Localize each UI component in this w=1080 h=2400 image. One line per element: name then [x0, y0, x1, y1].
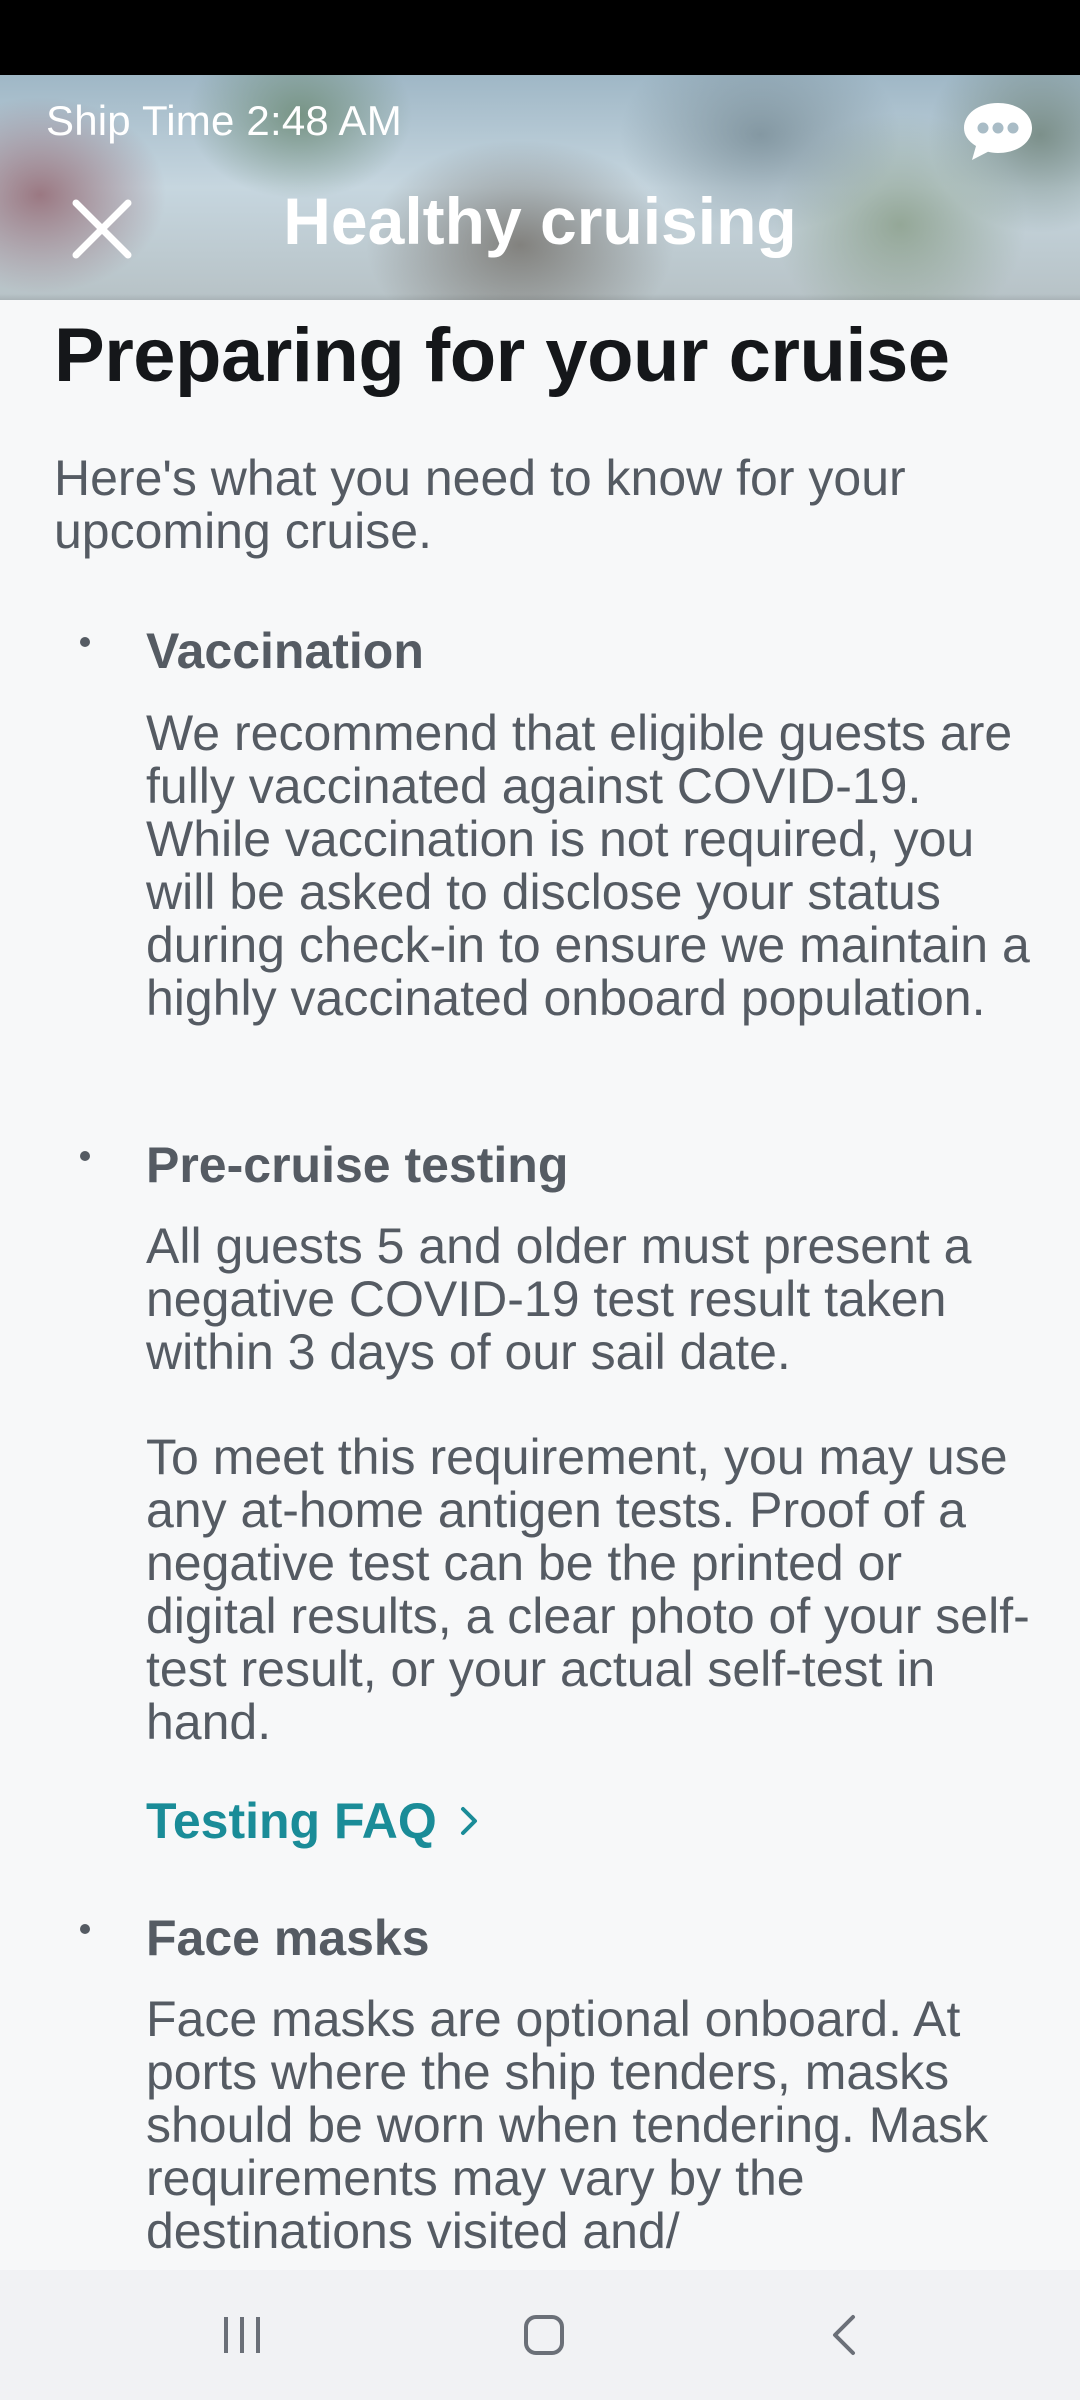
section-body: We recommend that eligible guests are fu… — [146, 705, 1030, 1026]
intro-text: Here's what you need to know for your up… — [54, 450, 906, 559]
section-body: Face masks are optional onboard. At port… — [146, 1991, 989, 2259]
section-heading: Face masks — [146, 1910, 430, 1966]
navigation-bar — [0, 2270, 1080, 2400]
recent-apps-icon[interactable] — [162, 2270, 322, 2400]
back-icon[interactable] — [764, 2270, 924, 2400]
section-body-2: To meet this requirement, you may use an… — [146, 1429, 1030, 1750]
bullet — [80, 1924, 90, 1934]
testing-faq-link[interactable]: Testing FAQ — [146, 1792, 479, 1850]
chat-bubble-icon[interactable] — [962, 99, 1034, 163]
ship-time: Ship Time 2:48 AM — [46, 97, 402, 144]
section-heading: Pre-cruise testing — [146, 1137, 569, 1193]
header: Ship Time 2:48 AM Healthy cruising — [0, 75, 1080, 300]
chevron-right-icon — [460, 1807, 477, 1835]
bullet — [80, 637, 90, 647]
section-body: All guests 5 and older must present a ne… — [146, 1218, 972, 1380]
page-title: Preparing for your cruise — [54, 313, 950, 398]
status-bar — [0, 0, 1080, 75]
bullet — [80, 1151, 90, 1161]
testing-faq-label: Testing FAQ — [146, 1793, 437, 1849]
header-title: Healthy cruising — [283, 184, 797, 258]
home-icon[interactable] — [464, 2270, 624, 2400]
section-heading: Vaccination — [146, 623, 424, 679]
main-content[interactable]: Preparing for your cruise Here's what yo… — [0, 300, 1080, 2270]
